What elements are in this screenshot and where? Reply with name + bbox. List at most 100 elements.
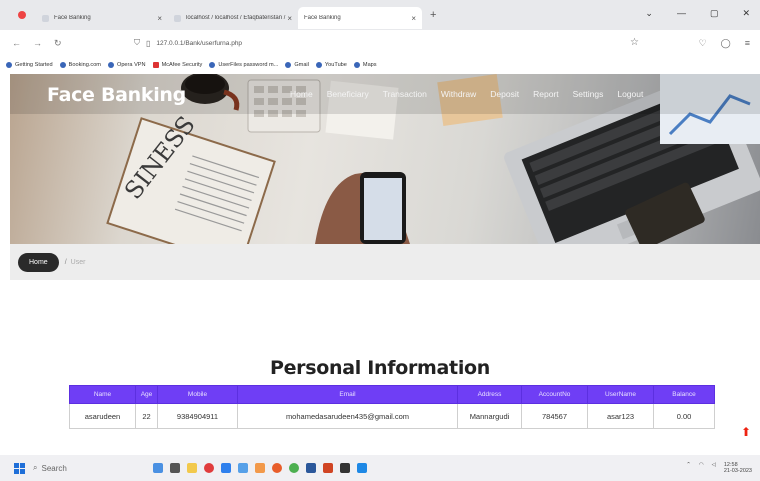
cell-email: mohamedasarudeen435@gmail.com	[237, 403, 458, 429]
cell-address: Mannargudi	[457, 403, 522, 429]
tab-title: localhost / localhost / Efaqbateristan /…	[186, 15, 287, 21]
hero-banner: SINESS Face Banking Home Beneficiary Tra…	[10, 74, 760, 244]
taskbar-search[interactable]: ⌕ Search	[33, 460, 113, 476]
close-window-icon[interactable]: ✕	[742, 8, 750, 19]
mcafee-icon	[152, 62, 159, 68]
bookmark-item[interactable]: UserFiles password m...	[209, 62, 278, 68]
bookmark-label: Getting Started	[15, 62, 53, 68]
tab-favicon-icon	[42, 14, 49, 22]
bookmark-label: UserFiles password m...	[218, 62, 279, 68]
nav-transaction[interactable]: Transaction	[383, 89, 427, 99]
bookmark-item[interactable]: Opera VPN	[107, 62, 146, 68]
bookmark-item[interactable]: Booking.com	[59, 62, 101, 68]
chrome-app-icon[interactable]	[289, 463, 299, 473]
column-header: AccountNo	[521, 385, 588, 404]
breadcrumb: Home / User	[10, 244, 760, 280]
nav-beneficiary[interactable]: Beneficiary	[327, 89, 369, 99]
new-tab-icon[interactable]: +	[430, 9, 436, 21]
tab-list-icon[interactable]: ⌄	[645, 8, 653, 19]
column-header: Name	[69, 385, 136, 404]
vscode-app-icon[interactable]	[357, 463, 367, 473]
nav-settings[interactable]: Settings	[573, 89, 604, 99]
maximize-icon[interactable]: ▢	[710, 8, 719, 19]
nav-report[interactable]: Report	[533, 89, 559, 99]
reload-icon[interactable]: ↻	[54, 38, 62, 49]
cell-username: asar123	[587, 403, 654, 429]
explorer-app-icon[interactable]	[153, 463, 163, 473]
browser-tab[interactable]: localhost / localhost / Efaqbateristan /…	[168, 7, 298, 29]
minimize-icon[interactable]: —	[677, 8, 686, 19]
page-title: Personal Information	[269, 357, 491, 379]
address-row: ← → ↻ ⛉ ▯ 127.0.0.1/Bank/userfurna.php ☆…	[0, 30, 760, 56]
bookmark-icon	[315, 62, 322, 68]
bookmark-icon	[107, 62, 114, 68]
tab-title: Face Banking	[304, 15, 341, 21]
bookmark-item[interactable]: YouTube	[315, 62, 347, 68]
bookmark-label: Opera VPN	[116, 62, 146, 68]
opera-app-icon[interactable]	[204, 463, 214, 473]
browser-window: Face Banking × localhost / localhost / E…	[0, 0, 760, 481]
nav-deposit[interactable]: Deposit	[490, 89, 519, 99]
nav-logout[interactable]: Logout	[617, 89, 643, 99]
nav-home[interactable]: Home	[290, 89, 313, 99]
clock[interactable]: 12:58 21-03-2023	[724, 462, 752, 474]
bookmark-item[interactable]: Maps	[353, 62, 377, 68]
scroll-top-arrow-icon[interactable]: ⬆	[741, 425, 751, 439]
bookmark-label: YouTube	[324, 62, 347, 68]
media-app-icon[interactable]	[170, 463, 180, 473]
bookmark-star-icon[interactable]: ☆	[630, 37, 639, 48]
nav-withdraw[interactable]: Withdraw	[441, 89, 476, 99]
column-header: Email	[237, 385, 458, 404]
powerpoint-app-icon[interactable]	[323, 463, 333, 473]
back-icon[interactable]: ←	[12, 38, 21, 48]
terminal-app-icon[interactable]	[340, 463, 350, 473]
close-icon[interactable]: ×	[157, 14, 162, 23]
search-placeholder: Search	[41, 463, 67, 473]
browser-tab-active[interactable]: Face Banking ×	[298, 7, 422, 29]
breadcrumb-home-button[interactable]: Home	[18, 252, 59, 272]
cell-name: asarudeen	[69, 403, 136, 429]
page-icon: ▯	[146, 38, 151, 48]
bookmark-icon	[59, 62, 66, 68]
site-brand[interactable]: Face Banking	[47, 84, 186, 106]
breadcrumb-separator: /	[64, 258, 67, 266]
column-header: Address	[457, 385, 522, 404]
forward-icon[interactable]: →	[33, 38, 42, 48]
bookmark-item[interactable]: Getting Started	[6, 62, 53, 68]
pocket-icon[interactable]: ♡	[699, 38, 707, 49]
shield-icon: ⛉	[134, 38, 140, 47]
bookmarks-bar: Getting Started Booking.com Opera VPN Mc…	[0, 56, 760, 74]
browser-tools: ♡ ◯ ≡	[699, 38, 750, 49]
bookmark-label: Maps	[362, 62, 377, 68]
files-app-icon[interactable]	[255, 463, 265, 473]
url-text: 127.0.0.1/Bank/userfurna.php	[156, 39, 243, 47]
account-icon[interactable]: ◯	[721, 38, 731, 49]
folder-app-icon[interactable]	[187, 463, 197, 473]
close-icon[interactable]: ×	[287, 14, 292, 23]
column-header: Balance	[653, 385, 715, 404]
tab-favicon-icon	[174, 14, 181, 22]
volume-icon[interactable]: ◁	[712, 462, 716, 474]
address-bar[interactable]: ⛉ ▯ 127.0.0.1/Bank/userfurna.php	[134, 35, 634, 51]
bookmark-label: McAfee Security	[161, 62, 203, 68]
personal-info-table: Name Age Mobile Email Address AccountNo …	[69, 385, 715, 429]
tray-chevron-icon[interactable]: ⌃	[686, 462, 691, 474]
breadcrumb-current: User	[70, 258, 86, 266]
table-row: asarudeen 22 9384904911 mohamedasarudeen…	[69, 403, 715, 429]
cell-balance: 0.00	[653, 403, 715, 429]
bookmark-item[interactable]: Gmail	[285, 62, 309, 68]
wifi-icon[interactable]: ◠	[699, 462, 704, 474]
firefox-app-icon[interactable]	[272, 463, 282, 473]
windows-start-icon[interactable]	[14, 462, 25, 474]
menu-icon[interactable]: ≡	[745, 38, 750, 49]
word-app-icon[interactable]	[306, 463, 316, 473]
taskbar-apps	[153, 463, 367, 473]
settings-app-icon[interactable]	[238, 463, 248, 473]
system-tray: ⌃ ◠ ◁ 12:58 21-03-2023	[686, 462, 752, 474]
bookmark-icon	[6, 62, 12, 68]
bookmark-icon	[285, 62, 292, 68]
bookmark-item[interactable]: McAfee Security	[152, 62, 203, 68]
close-icon[interactable]: ×	[411, 14, 416, 23]
store-app-icon[interactable]	[221, 463, 231, 473]
browser-tab[interactable]: Face Banking ×	[36, 7, 168, 29]
